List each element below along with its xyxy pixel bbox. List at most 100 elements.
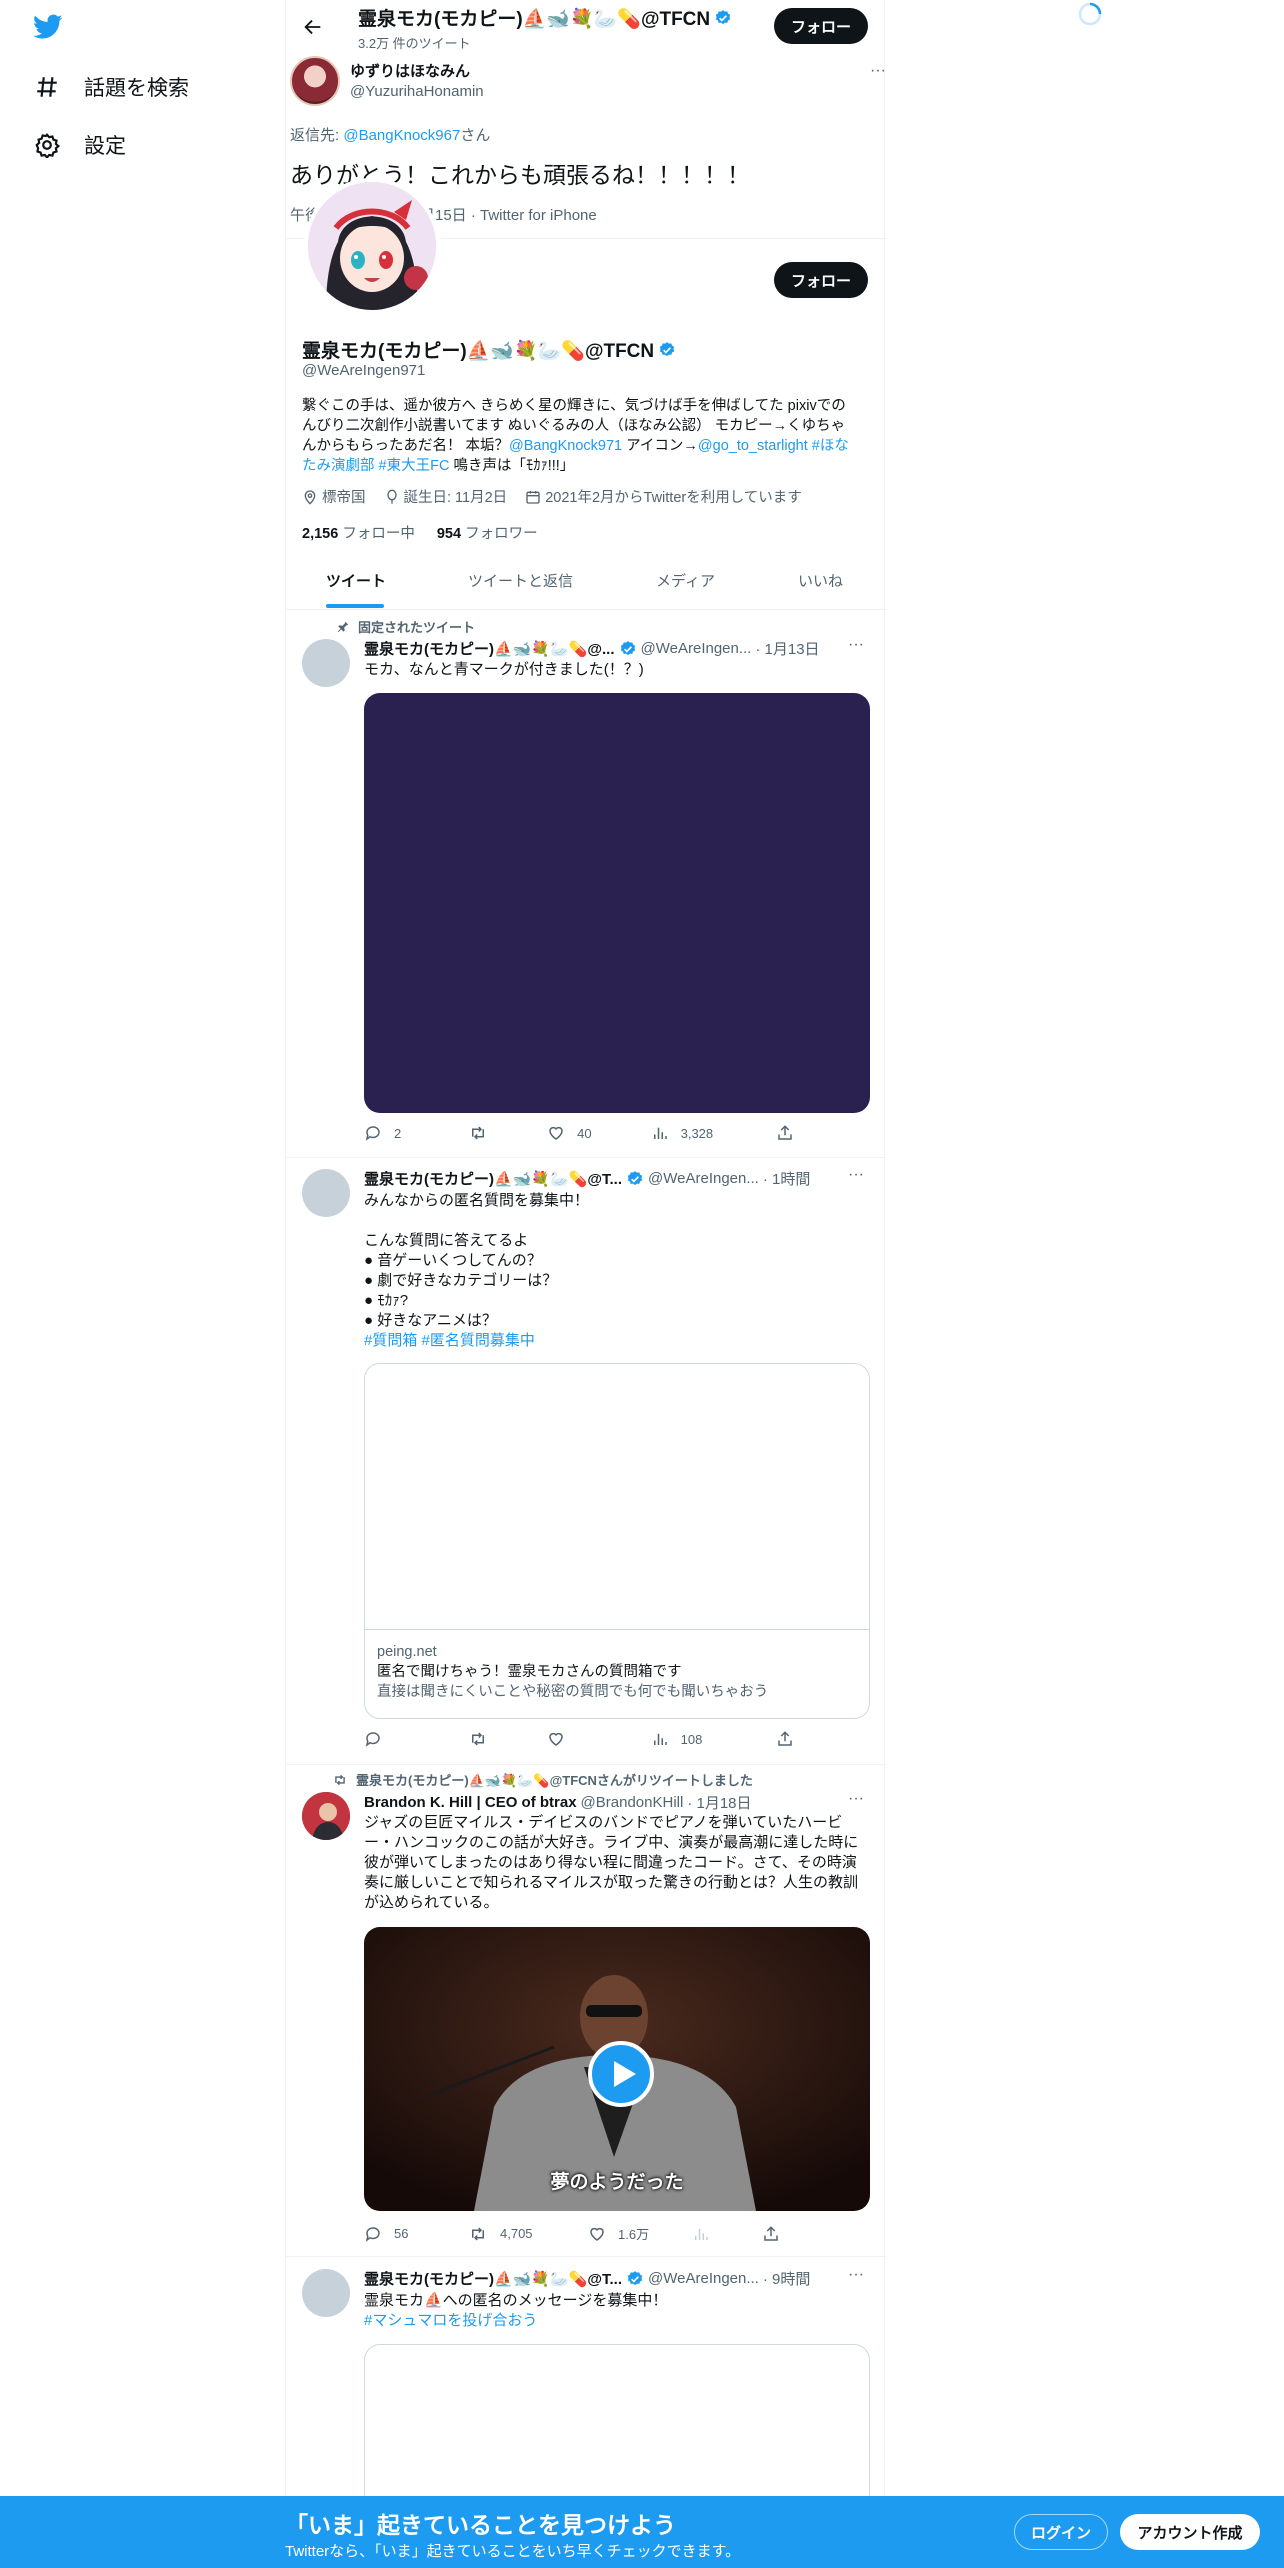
tab-likes[interactable]: いいね [798, 570, 843, 591]
tweet-author-handle[interactable]: @WeAreIngen... [648, 1170, 759, 1187]
views-button[interactable] [692, 2225, 762, 2243]
nav-explore[interactable]: 話題を検索 [34, 72, 189, 102]
retweet-button[interactable] [468, 1124, 548, 1142]
reply-author-handle[interactable]: @YuzurihaHonamin [350, 83, 484, 100]
tweet-author-avatar[interactable] [302, 1169, 350, 1217]
tweet-line: みんなからの匿名質問を募集中！ [364, 1192, 590, 1209]
following-link[interactable]: 2,156 フォロー中 [302, 526, 415, 542]
tweet-line: 彼が弾いてしまったのはあり得ない程に間違ったコード。さて、その時演 [364, 1854, 857, 1871]
tweet-time[interactable]: · 1月13日 [755, 638, 819, 659]
more-options-icon[interactable]: ··· [848, 1166, 864, 1184]
views-count: 108 [680, 1731, 703, 1747]
heart-icon [547, 1730, 565, 1748]
retweeted-by-label[interactable]: 霊泉モカ(モカピー)⛵🐋💐🦢💊@TFCNさんがリツイートしました [356, 1770, 753, 1789]
bio-mention-link[interactable]: @BangKnock971 [509, 438, 622, 454]
share-icon [762, 2225, 780, 2243]
banner-subtext: Twitterなら、「いま」起きていることをいち早くチェックできます。 [285, 2543, 741, 2560]
profile-handle: @WeAreIngen971 [302, 362, 426, 379]
profile-meta: 標帝国 誕生日: 11月2日 2021年2月からTwitterを利用しています [302, 486, 802, 507]
reply-to-link[interactable]: @BangKnock967 [343, 127, 460, 144]
reply-button[interactable]: 56 [364, 2225, 468, 2243]
profile-location: 標帝国 [322, 490, 366, 506]
profile-avatar[interactable] [304, 178, 440, 314]
tweet-author-name[interactable]: 霊泉モカ(モカピー)⛵🐋💐🦢💊@... [364, 638, 615, 659]
nav-settings-label: 設定 [84, 135, 126, 158]
tweet-time[interactable]: · 9時間 [763, 2268, 811, 2289]
heart-icon [588, 2225, 606, 2243]
tweet-text: ジャズの巨匠マイルス・デイビスのバンドでピアノを弾いていたハービ ー・ハンコック… [364, 1813, 874, 1913]
follow-stats: 2,156 フォロー中 954 フォロワー [302, 522, 538, 543]
tweet-author-name[interactable]: Brandon K. Hill | CEO of btrax [364, 1794, 577, 1811]
share-button[interactable] [776, 1124, 794, 1142]
profile-bio: 繋ぐこの手は、遥か彼方へ きらめく星の輝きに、気づけば手を伸ばしてた pixiv… [302, 396, 872, 476]
tweet-author-avatar[interactable] [302, 2269, 350, 2317]
tweet-text: モカ、なんと青マークが付きました(！？) [364, 661, 644, 678]
views-button[interactable]: 3,328 [651, 1124, 776, 1142]
tweet-line: 霊泉モカ⛵への匿名のメッセージを募集中！ [364, 2292, 668, 2309]
tab-media[interactable]: メディア [656, 570, 715, 591]
signup-button[interactable]: アカウント作成 [1120, 2514, 1260, 2550]
like-button[interactable]: 40 [547, 1124, 651, 1142]
bio-hashtag-link[interactable]: #東大王FC [375, 458, 450, 474]
more-options-icon[interactable]: ··· [848, 636, 864, 654]
bio-mention-link[interactable]: @go_to_starlight [698, 438, 808, 454]
tweet-actions: 56 4,705 1.6万 [364, 2224, 794, 2243]
nav-settings[interactable]: 設定 [34, 130, 126, 160]
tweet-media[interactable] [364, 693, 870, 1113]
tweet-hashtags[interactable]: #質問箱 #匿名質問募集中 [364, 1331, 589, 1351]
link-card-image [365, 1364, 869, 1630]
more-options-icon[interactable]: ··· [870, 62, 886, 80]
like-button[interactable]: 1.6万 [588, 2224, 692, 2243]
following-count: 2,156 [302, 526, 339, 542]
tweet-line: が込められている。 [364, 1894, 499, 1911]
tweet-author-name[interactable]: 霊泉モカ(モカピー)⛵🐋💐🦢💊@T... [364, 2268, 622, 2289]
tweet-author-name[interactable]: 霊泉モカ(モカピー)⛵🐋💐🦢💊@T... [364, 1168, 622, 1189]
tweet-author-handle[interactable]: @WeAreIngen... [648, 2270, 759, 2287]
verified-badge-icon [658, 341, 676, 359]
retweet-button[interactable] [468, 1730, 548, 1748]
tweet-hashtags[interactable]: #マシュマロを投げ合おう [364, 2311, 667, 2331]
like-button[interactable] [547, 1730, 651, 1748]
more-options-icon[interactable]: ··· [848, 2266, 864, 2284]
tweet-author-handle[interactable]: @WeAreIngen... [641, 640, 752, 657]
tweet-time[interactable]: · 1時間 [763, 1168, 811, 1189]
tweet-author-handle[interactable]: @BrandonKHill [581, 1794, 684, 1811]
play-button[interactable] [588, 2041, 654, 2107]
bio-hashtag-link[interactable]: #ほな [808, 438, 849, 454]
more-options-icon[interactable]: ··· [848, 1790, 864, 1808]
reply-button[interactable]: 2 [364, 1124, 468, 1142]
reply-author-avatar[interactable] [290, 56, 340, 106]
tweet-line: ジャズの巨匠マイルス・デイビスのバンドでピアノを弾いていたハービ [364, 1814, 843, 1831]
followers-link[interactable]: 954 フォロワー [437, 526, 538, 542]
back-arrow-icon[interactable] [302, 16, 324, 38]
views-icon [692, 2225, 710, 2243]
link-card[interactable]: peing.net 匿名で聞けちゃう！霊泉モカさんの質問箱です 直接は聞きにくい… [364, 1363, 870, 1719]
pinned-indicator: 固定されたツイート [336, 617, 475, 636]
twitter-logo-icon[interactable] [33, 14, 63, 40]
retweet-button[interactable]: 4,705 [468, 2225, 588, 2243]
login-button[interactable]: ログイン [1014, 2514, 1108, 2550]
tweet-time[interactable]: · 1月18日 [687, 1792, 751, 1813]
tweet-author-avatar[interactable] [302, 1792, 350, 1840]
bio-line: んびり二次創作小説書いてます ぬいぐるみの人（ほなみ公認） モカピー→くゆちゃ [302, 418, 846, 434]
header-follow-button[interactable]: フォロー [774, 8, 868, 44]
reply-author-name[interactable]: ゆずりはほなみん [350, 60, 484, 81]
tab-tweets[interactable]: ツイート [326, 570, 386, 591]
followers-label: フォロワー [461, 526, 538, 542]
banner-headline: 「いま」起きていることを見つけよう [285, 2512, 676, 2538]
bio-line: たみ演劇部 #東大王FC 鳴き声は「ﾓｶｧ!!!」 [302, 456, 872, 476]
bio-text: アイコン→ [622, 438, 698, 454]
tab-tweets-replies[interactable]: ツイートと返信 [468, 570, 573, 591]
reply-count: 2 [394, 1125, 402, 1141]
bio-hashtag-link[interactable]: たみ演劇部 [302, 458, 375, 474]
share-button[interactable] [776, 1730, 794, 1748]
share-button[interactable] [762, 2225, 780, 2243]
reply-button[interactable] [364, 1730, 468, 1748]
retweet-icon [468, 1124, 488, 1142]
views-button[interactable]: 108 [651, 1730, 776, 1748]
play-icon [614, 2061, 636, 2087]
tweet-author-avatar[interactable] [302, 639, 350, 687]
tweet-line: ● ﾓｶｧ? [364, 1292, 409, 1309]
profile-follow-button[interactable]: フォロー [774, 262, 868, 298]
profile-birthday: 誕生日: 11月2日 [403, 490, 508, 506]
